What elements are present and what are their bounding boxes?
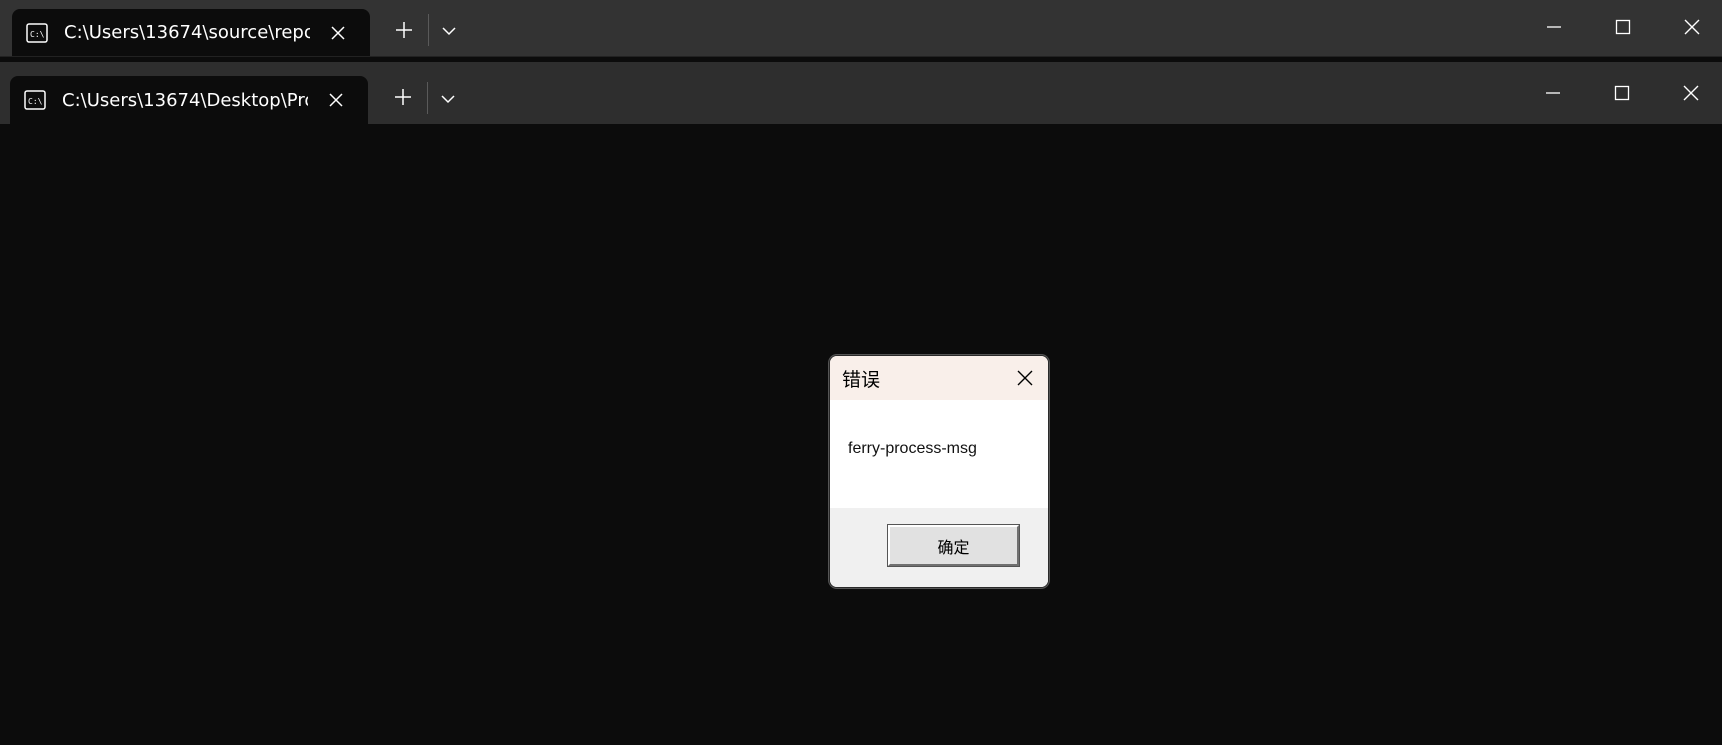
tab-separator [427, 82, 428, 114]
minimize-icon[interactable] [1533, 76, 1573, 110]
terminal-icon: C:\ [24, 90, 46, 110]
dialog-title: 错误 [842, 368, 881, 391]
close-window-icon[interactable] [1672, 10, 1712, 44]
dialog-titlebar[interactable]: 错误 [830, 356, 1048, 400]
close-tab-icon[interactable] [326, 90, 346, 110]
back-tab[interactable]: C:\ C:\Users\13674\source\repos\ [12, 9, 370, 56]
dialog-footer: 确定 [830, 508, 1048, 587]
maximize-icon[interactable] [1602, 76, 1642, 110]
new-tab-plus-icon[interactable] [389, 83, 417, 111]
chevron-down-icon[interactable] [435, 86, 461, 112]
ok-button[interactable]: 确定 [887, 524, 1020, 567]
close-tab-icon[interactable] [328, 23, 348, 43]
back-titlebar: C:\ C:\Users\13674\source\repos\ [0, 0, 1722, 56]
chevron-down-icon[interactable] [436, 18, 462, 44]
maximize-icon[interactable] [1603, 10, 1643, 44]
new-tab-plus-icon[interactable] [390, 16, 418, 44]
dialog-body: ferry-process-msg [830, 400, 1048, 508]
front-tab-title: C:\Users\13674\Desktop\Proc [62, 89, 308, 111]
back-tab-title: C:\Users\13674\source\repos\ [64, 22, 310, 43]
svg-text:C:\: C:\ [30, 30, 45, 39]
error-dialog: 错误 ferry-process-msg 确定 [829, 355, 1049, 588]
minimize-icon[interactable] [1534, 10, 1574, 44]
tab-separator [428, 14, 429, 46]
close-window-icon[interactable] [1671, 76, 1711, 110]
dialog-message: ferry-process-msg [848, 440, 977, 457]
terminal-icon: C:\ [26, 22, 48, 43]
front-tab[interactable]: C:\ C:\Users\13674\Desktop\Proc [10, 76, 368, 124]
front-titlebar: C:\ C:\Users\13674\Desktop\Proc [0, 62, 1722, 124]
close-icon[interactable] [1014, 367, 1036, 389]
svg-text:C:\: C:\ [28, 97, 43, 106]
back-terminal-window: C:\ C:\Users\13674\source\repos\ [0, 0, 1722, 57]
